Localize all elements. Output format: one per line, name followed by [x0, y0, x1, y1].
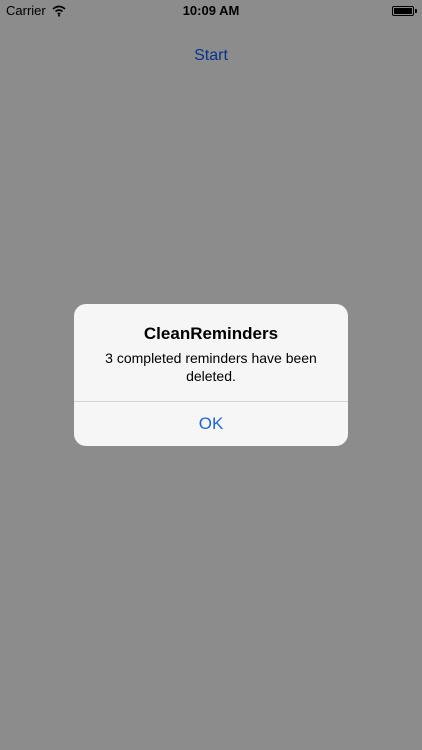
ok-button[interactable]: OK — [74, 402, 348, 446]
alert-message: 3 completed reminders have been deleted. — [105, 350, 317, 384]
alert-dialog: CleanReminders 3 completed reminders hav… — [74, 304, 348, 446]
alert-title: CleanReminders — [143, 324, 279, 343]
